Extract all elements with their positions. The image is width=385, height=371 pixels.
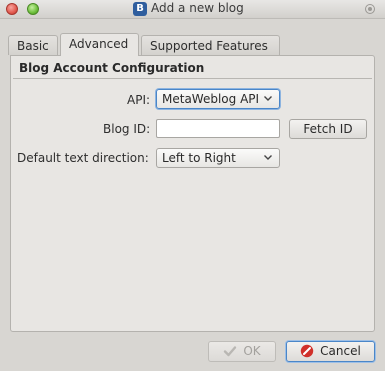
section-title: Blog Account Configuration: [19, 61, 205, 75]
tab-advanced[interactable]: Advanced: [60, 33, 139, 56]
tab-advanced-label: Advanced: [69, 37, 129, 51]
tab-basic-label: Basic: [17, 39, 49, 53]
cancel-icon: [300, 344, 314, 358]
minimize-icon[interactable]: [27, 3, 39, 15]
blog-id-input[interactable]: [156, 119, 280, 138]
chevron-down-icon: [264, 155, 272, 160]
tab-supported-features-label: Supported Features: [150, 39, 268, 53]
checkmark-icon: [224, 346, 237, 357]
title-bar: B Add a new blog: [0, 0, 385, 19]
advanced-panel: Blog Account Configuration API: MetaWebl…: [10, 55, 375, 332]
api-select-value: MetaWeblog API: [162, 92, 260, 106]
window-menu-icon[interactable]: [365, 4, 375, 14]
api-select[interactable]: MetaWeblog API: [156, 89, 280, 109]
window-title: Add a new blog: [151, 1, 244, 15]
chevron-down-icon: [264, 96, 272, 101]
ok-label: OK: [243, 344, 261, 358]
tab-basic[interactable]: Basic: [8, 35, 58, 55]
ok-button[interactable]: OK: [208, 341, 276, 362]
cancel-label: Cancel: [320, 344, 361, 358]
blog-id-label: Blog ID:: [103, 122, 151, 136]
api-label: API:: [127, 93, 151, 107]
text-direction-select[interactable]: Left to Right: [156, 148, 280, 168]
section-divider: [13, 78, 372, 79]
close-icon[interactable]: [6, 3, 18, 15]
text-direction-value: Left to Right: [162, 151, 236, 165]
cancel-button[interactable]: Cancel: [286, 341, 375, 362]
dialog-window: B Add a new blog Basic Advanced Supporte…: [0, 0, 385, 371]
fetch-id-button[interactable]: Fetch ID: [289, 119, 367, 139]
blogilo-icon: B: [133, 2, 147, 16]
tab-supported-features[interactable]: Supported Features: [141, 35, 280, 55]
text-direction-label: Default text direction:: [17, 151, 149, 165]
